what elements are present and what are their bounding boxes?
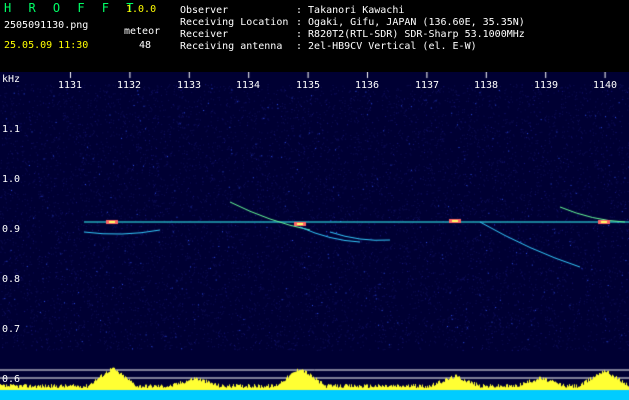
antenna-label: Receiving antenna — [180, 41, 283, 52]
meteor-label: meteor — [124, 26, 161, 37]
y-tick-label: 0.7 — [2, 324, 21, 335]
receiver-label: Receiver — [180, 29, 229, 40]
capture-datetime: 25.05.09 11:30 — [4, 40, 89, 51]
observer-value: : Takanori Kawachi — [296, 5, 405, 16]
x-tick-label: 1138 — [474, 80, 499, 91]
meteor-count: 48 — [139, 40, 152, 51]
antenna-value: : 2el-HB9CV Vertical (el. E-W) — [296, 41, 477, 52]
x-tick-label: 1136 — [355, 80, 380, 91]
header-panel: H R O F F T 1.0.0 2505091130.png 25.05.0… — [0, 0, 629, 72]
receiver-value: : R820T2(RTL-SDR) SDR-Sharp 53.1000MHz — [296, 29, 525, 40]
x-tick-label: 1135 — [296, 80, 321, 91]
x-tick-label: 1131 — [58, 80, 83, 91]
x-tick-label: 1132 — [117, 80, 142, 91]
location-value: : Ogaki, Gifu, JAPAN (136.60E, 35.35N) — [296, 17, 525, 28]
x-tick-label: 1140 — [593, 80, 618, 91]
observer-label: Observer — [180, 5, 229, 16]
unit-label: kHz — [2, 74, 21, 85]
spectrogram-canvas — [0, 72, 629, 400]
y-tick-label: 0.8 — [2, 274, 21, 285]
x-tick-label: 1134 — [236, 80, 261, 91]
x-tick-label: 1139 — [534, 80, 559, 91]
x-tick-label: 1133 — [177, 80, 202, 91]
app-version: 1.0.0 — [126, 4, 157, 15]
app-logo: H R O F F T — [4, 1, 139, 15]
location-label: Receiving Location — [180, 17, 289, 28]
y-tick-label: 1.0 — [2, 174, 21, 185]
y-tick-label: 0.6 — [2, 374, 21, 385]
y-tick-label: 1.1 — [2, 124, 21, 135]
image-filename: 2505091130.png — [4, 20, 89, 31]
y-tick-label: 0.9 — [2, 224, 21, 235]
x-tick-label: 1137 — [415, 80, 440, 91]
